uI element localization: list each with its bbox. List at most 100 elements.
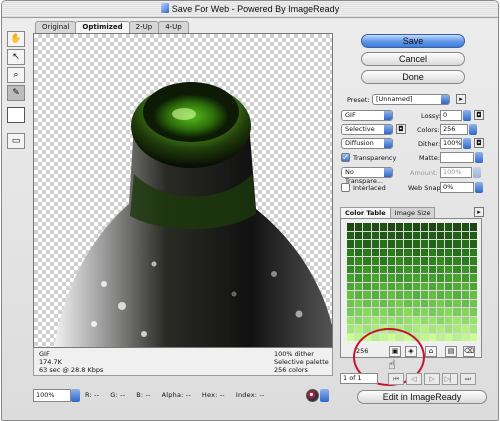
color-swatch[interactable] — [437, 223, 445, 231]
color-swatch[interactable] — [387, 223, 396, 231]
color-swatch[interactable] — [387, 274, 396, 282]
color-swatch[interactable] — [363, 308, 371, 316]
color-swatch[interactable] — [396, 308, 404, 316]
color-swatch[interactable] — [461, 223, 469, 231]
color-swatch[interactable] — [461, 265, 469, 273]
color-swatch[interactable] — [469, 333, 477, 341]
color-swatch[interactable] — [379, 274, 387, 282]
last-frame-button[interactable]: ⏭ — [460, 373, 476, 385]
eyedropper-color-swatch[interactable] — [7, 107, 25, 123]
color-swatch[interactable] — [437, 248, 445, 256]
color-swatch[interactable] — [363, 240, 371, 248]
zoom-tool-icon[interactable]: ⌕ — [7, 67, 25, 83]
color-swatch[interactable] — [347, 282, 355, 290]
color-swatch[interactable] — [412, 291, 420, 299]
cancel-button[interactable]: Cancel — [361, 52, 465, 66]
color-swatch[interactable] — [453, 265, 461, 273]
color-swatch[interactable] — [469, 265, 477, 273]
color-swatch[interactable] — [355, 282, 363, 290]
color-swatch[interactable] — [371, 248, 379, 256]
color-swatch[interactable] — [363, 257, 371, 265]
color-swatch[interactable] — [363, 282, 371, 290]
color-swatch[interactable] — [445, 333, 453, 341]
color-swatch[interactable] — [355, 308, 363, 316]
websnap-dropdown-button[interactable] — [475, 182, 483, 193]
color-swatch[interactable] — [445, 240, 453, 248]
color-swatch[interactable] — [453, 274, 461, 282]
dither-slider-button[interactable] — [463, 138, 471, 149]
tab-optimized[interactable]: Optimized — [75, 21, 130, 33]
color-swatch[interactable] — [371, 265, 379, 273]
color-swatch[interactable] — [461, 291, 469, 299]
color-swatch[interactable] — [396, 248, 404, 256]
next-frame-button[interactable]: ▷▏ — [442, 373, 458, 385]
color-swatch[interactable] — [420, 325, 428, 333]
color-swatch[interactable] — [347, 308, 355, 316]
color-swatch[interactable] — [437, 240, 445, 248]
color-swatch[interactable] — [420, 223, 428, 231]
preset-select[interactable]: [Unnamed] — [372, 94, 450, 105]
color-swatch[interactable] — [437, 325, 445, 333]
color-swatch[interactable] — [453, 316, 461, 324]
color-swatch[interactable] — [363, 265, 371, 273]
color-swatch[interactable] — [469, 223, 477, 231]
websnap-field[interactable]: 0% — [440, 182, 474, 193]
color-swatch[interactable] — [371, 299, 379, 307]
color-swatch[interactable] — [371, 274, 379, 282]
color-swatch[interactable] — [396, 240, 404, 248]
tab-original[interactable]: Original — [35, 21, 77, 33]
color-swatch-grid[interactable] — [347, 223, 477, 341]
color-swatch[interactable] — [428, 223, 437, 231]
color-swatch[interactable] — [445, 282, 453, 290]
color-swatch[interactable] — [428, 333, 437, 341]
color-swatch[interactable] — [469, 282, 477, 290]
color-swatch[interactable] — [428, 257, 437, 265]
color-swatch[interactable] — [404, 248, 412, 256]
matte-dropdown-button[interactable] — [475, 152, 483, 163]
color-swatch[interactable] — [453, 333, 461, 341]
color-swatch[interactable] — [371, 316, 379, 324]
color-table-menu-icon[interactable]: ▸ — [474, 207, 484, 217]
color-swatch[interactable] — [355, 274, 363, 282]
color-swatch[interactable] — [437, 308, 445, 316]
color-swatch[interactable] — [355, 257, 363, 265]
transparency-checkbox[interactable]: ✓ — [341, 153, 350, 162]
colors-dropdown-button[interactable] — [469, 124, 477, 135]
color-swatch[interactable] — [461, 333, 469, 341]
color-swatch[interactable] — [355, 223, 363, 231]
color-swatch[interactable] — [453, 257, 461, 265]
color-swatch[interactable] — [387, 231, 396, 239]
color-swatch[interactable] — [428, 308, 437, 316]
color-swatch[interactable] — [469, 248, 477, 256]
zoom-dropdown-button[interactable] — [71, 389, 80, 402]
color-swatch[interactable] — [396, 299, 404, 307]
color-swatch[interactable] — [387, 299, 396, 307]
color-swatch[interactable] — [469, 299, 477, 307]
color-swatch[interactable] — [404, 316, 412, 324]
color-swatch[interactable] — [428, 248, 437, 256]
color-swatch[interactable] — [469, 274, 477, 282]
color-swatch[interactable] — [371, 231, 379, 239]
color-swatch[interactable] — [404, 257, 412, 265]
color-swatch[interactable] — [453, 231, 461, 239]
color-swatch[interactable] — [412, 274, 420, 282]
save-button[interactable]: Save — [361, 34, 465, 48]
color-swatch[interactable] — [412, 316, 420, 324]
color-swatch[interactable] — [445, 274, 453, 282]
frame-field[interactable]: 1 of 1 — [340, 373, 378, 384]
color-swatch[interactable] — [404, 291, 412, 299]
color-swatch[interactable] — [347, 257, 355, 265]
color-swatch[interactable] — [387, 291, 396, 299]
color-swatch[interactable] — [461, 299, 469, 307]
color-swatch[interactable] — [437, 231, 445, 239]
color-swatch[interactable] — [363, 299, 371, 307]
color-swatch[interactable] — [420, 248, 428, 256]
color-swatch[interactable] — [420, 274, 428, 282]
color-swatch[interactable] — [437, 299, 445, 307]
color-swatch[interactable] — [469, 291, 477, 299]
color-swatch[interactable] — [371, 240, 379, 248]
color-swatch[interactable] — [355, 316, 363, 324]
color-swatch[interactable] — [412, 223, 420, 231]
color-swatch[interactable] — [347, 325, 355, 333]
color-swatch[interactable] — [347, 223, 355, 231]
